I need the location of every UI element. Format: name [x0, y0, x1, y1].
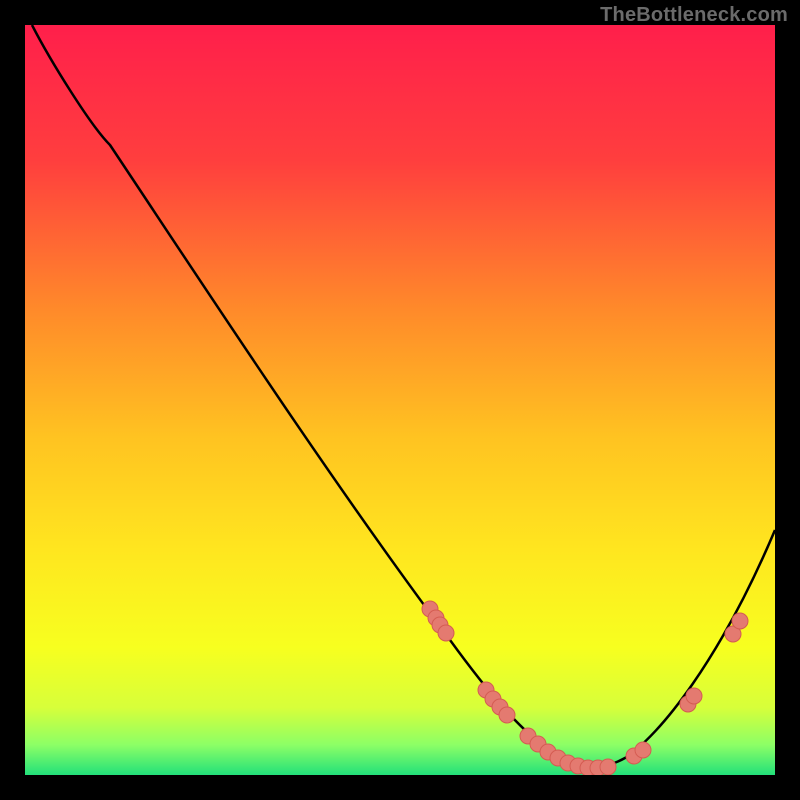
curve-marker: [686, 688, 702, 704]
chart-container: TheBottleneck.com: [0, 0, 800, 800]
curve-marker: [732, 613, 748, 629]
curve-marker: [438, 625, 454, 641]
chart-svg: [0, 0, 800, 800]
watermark-label: TheBottleneck.com: [600, 4, 788, 27]
plot-background: [25, 25, 775, 775]
curve-marker: [635, 742, 651, 758]
curve-marker: [600, 759, 616, 775]
curve-marker: [499, 707, 515, 723]
